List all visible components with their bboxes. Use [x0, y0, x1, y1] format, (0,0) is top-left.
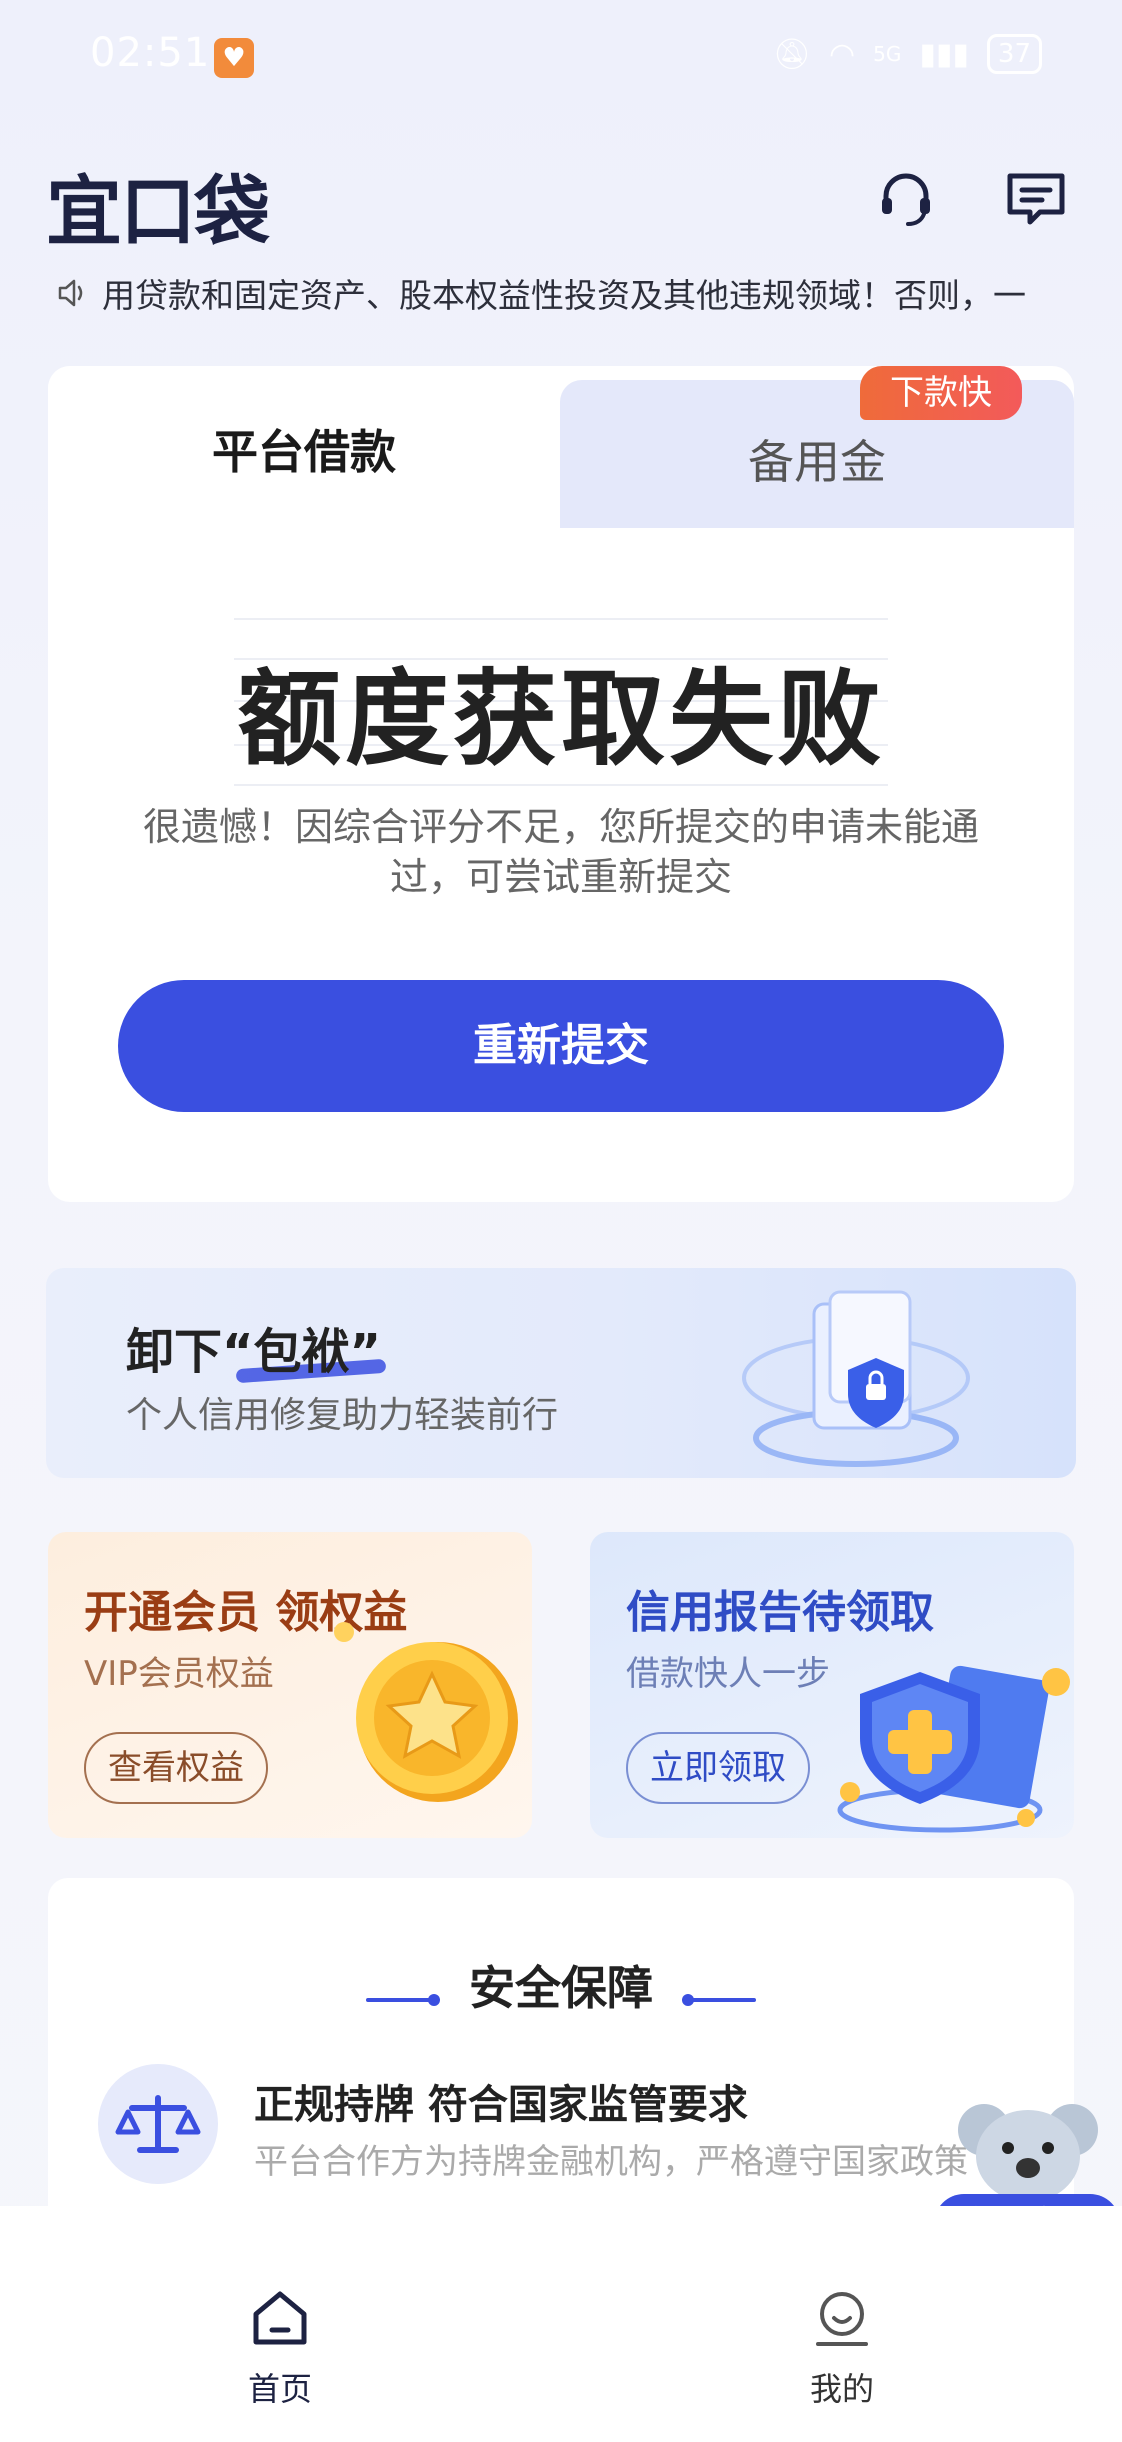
claim-now-button[interactable]: 立即领取	[626, 1732, 810, 1804]
notice-marquee: 用贷款和固定资产、股本权益性投资及其他违规领域！否则，一	[54, 268, 1074, 318]
profile-icon	[816, 2292, 868, 2346]
vip-promo-subtitle: VIP会员权益	[84, 1654, 274, 1694]
headset-icon[interactable]	[874, 166, 938, 230]
app-logo: 宜口袋	[46, 167, 270, 256]
bottom-nav: 首页 我的	[0, 2206, 1122, 2442]
tab-reserve-fund[interactable]: 备用金	[560, 426, 1074, 492]
security-item-title: 正规持牌 符合国家监管要求	[254, 2082, 748, 2128]
banner-subtitle: 个人信用修复助力轻装前行	[126, 1395, 559, 1436]
nav-mine[interactable]: 我的	[762, 2286, 922, 2410]
heading-dash-right	[682, 1993, 757, 2006]
tab-platform-loan[interactable]: 平台借款	[48, 416, 560, 482]
credit-promo-title: 信用报告待领取	[626, 1587, 934, 1638]
koala-mascot-icon	[958, 2104, 1098, 2202]
result-title: 额度获取失败	[236, 658, 885, 780]
tab-bar: 平台借款 备用金 下款快	[48, 366, 1074, 536]
credit-repair-banner[interactable]: 卸下“包袱” 个人信用修复助力轻装前行	[46, 1268, 1076, 1478]
scale-icon	[98, 2064, 218, 2184]
status-icons: 🔕︎ ◠ 5G ▮▮▮ 37	[773, 34, 1042, 74]
nav-mine-label: 我的	[809, 2370, 874, 2408]
credit-promo-subtitle: 借款快人一步	[626, 1654, 830, 1694]
status-bar: 02:51 ♥ 🔕︎ ◠ 5G ▮▮▮ 37	[0, 0, 1122, 120]
message-icon[interactable]	[1004, 166, 1068, 230]
view-benefits-button[interactable]: 查看权益	[84, 1732, 268, 1804]
resubmit-button[interactable]: 重新提交	[118, 980, 1004, 1112]
vip-promo-card[interactable]: 开通会员 领权益 VIP会员权益 查看权益	[48, 1532, 532, 1838]
battery-icon: 37	[986, 34, 1042, 74]
security-section: 安全保障 正规持牌 符合国家监管要求 平台合作方为持牌金融机构，严格遵守国家政策	[48, 1878, 1074, 2218]
notice-text: 用贷款和固定资产、股本权益性投资及其他违规领域！否则，一	[102, 276, 1026, 315]
mute-icon: 🔕︎	[772, 36, 811, 72]
security-heading: 安全保障	[48, 1952, 1074, 2018]
heading-dash-left	[365, 1993, 440, 2006]
network-label: 5G	[873, 42, 902, 66]
security-title: 安全保障	[469, 1961, 653, 2015]
result-description: 很遗憾！因综合评分不足，您所提交的申请未能通过，可尝试重新提交	[142, 805, 979, 899]
status-time: 02:51	[90, 30, 211, 76]
security-item-desc: 平台合作方为持牌金融机构，严格遵守国家政策	[254, 2142, 968, 2182]
loan-card: 平台借款 备用金 下款快 额度获取失败 很遗憾！因综合评分不足，您所提交的申请未…	[48, 366, 1074, 1202]
secure-document-illustration	[742, 1290, 970, 1467]
credit-report-promo-card[interactable]: 信用报告待领取 借款快人一步 立即领取	[590, 1532, 1074, 1838]
speaker-icon	[58, 279, 83, 307]
wifi-icon: ◠	[828, 36, 856, 72]
nav-home[interactable]: 首页	[200, 2286, 360, 2410]
star-coin-icon	[334, 1622, 518, 1802]
banner-title: 卸下“包袱”	[126, 1324, 382, 1380]
signal-icon: ▮▮▮	[919, 36, 969, 72]
nav-home-label: 首页	[247, 2370, 312, 2408]
shield-plus-icon	[837, 1665, 1070, 1833]
home-icon	[253, 2291, 307, 2345]
health-app-icon: ♥	[214, 38, 254, 78]
fast-payout-badge: 下款快	[860, 366, 1022, 420]
